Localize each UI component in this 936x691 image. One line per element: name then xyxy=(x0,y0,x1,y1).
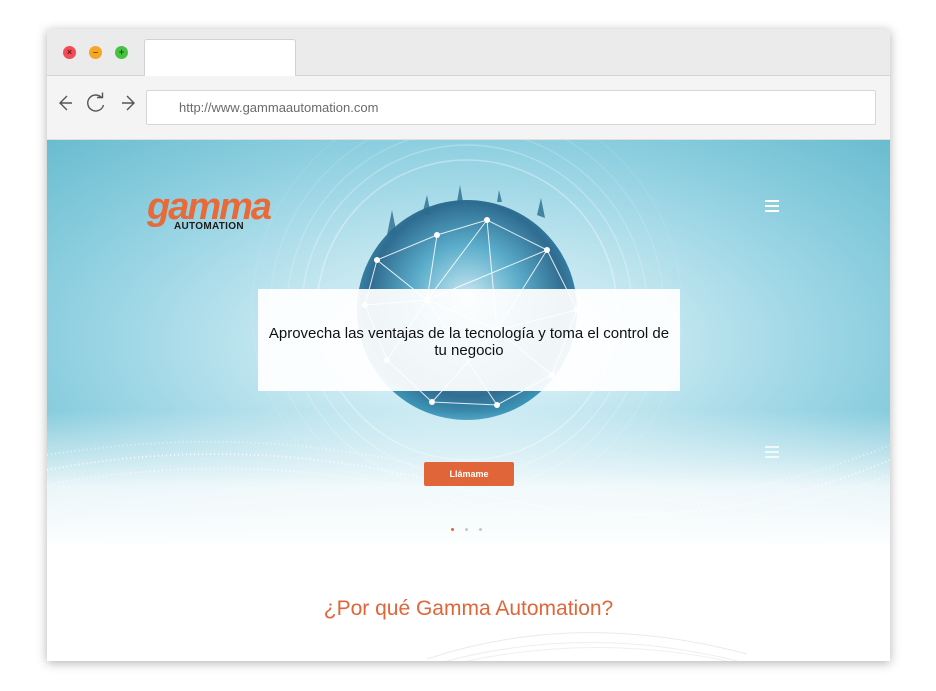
logo[interactable]: gamma AUTOMATION xyxy=(147,188,282,233)
call-me-button[interactable]: Llámame xyxy=(424,462,514,486)
hero-headline: Aprovecha las ventajas de la tecnología … xyxy=(268,325,670,359)
headline-box: Aprovecha las ventajas de la tecnología … xyxy=(258,289,680,391)
title-bar: × – + xyxy=(47,29,890,76)
decorative-arcs xyxy=(427,632,747,661)
browser-tab[interactable] xyxy=(144,39,296,76)
arrow-right-icon[interactable] xyxy=(116,92,138,114)
address-bar[interactable]: http://www.gammaautomation.com xyxy=(146,90,876,125)
address-url: http://www.gammaautomation.com xyxy=(179,100,379,115)
section-title: ¿Por qué Gamma Automation? xyxy=(323,597,614,620)
logo-subtitle: AUTOMATION xyxy=(174,221,244,232)
slider-dot-1[interactable] xyxy=(451,528,454,531)
browser-toolbar: http://www.gammaautomation.com xyxy=(47,76,890,140)
browser-window: × – + http://www.gammaautomation.com gam… xyxy=(47,29,890,661)
minimize-icon[interactable]: – xyxy=(89,46,102,59)
close-icon[interactable]: × xyxy=(63,46,76,59)
hamburger-menu-icon[interactable] xyxy=(765,200,779,212)
hamburger-menu-icon-secondary[interactable] xyxy=(765,446,779,458)
arrow-left-icon[interactable] xyxy=(56,92,78,114)
slider-dot-3[interactable] xyxy=(479,528,482,531)
maximize-icon[interactable]: + xyxy=(115,46,128,59)
slider-dot-2[interactable] xyxy=(465,528,468,531)
reload-icon[interactable] xyxy=(85,92,107,114)
hero-banner: gamma AUTOMATION Aprovecha las ventajas … xyxy=(47,140,890,545)
